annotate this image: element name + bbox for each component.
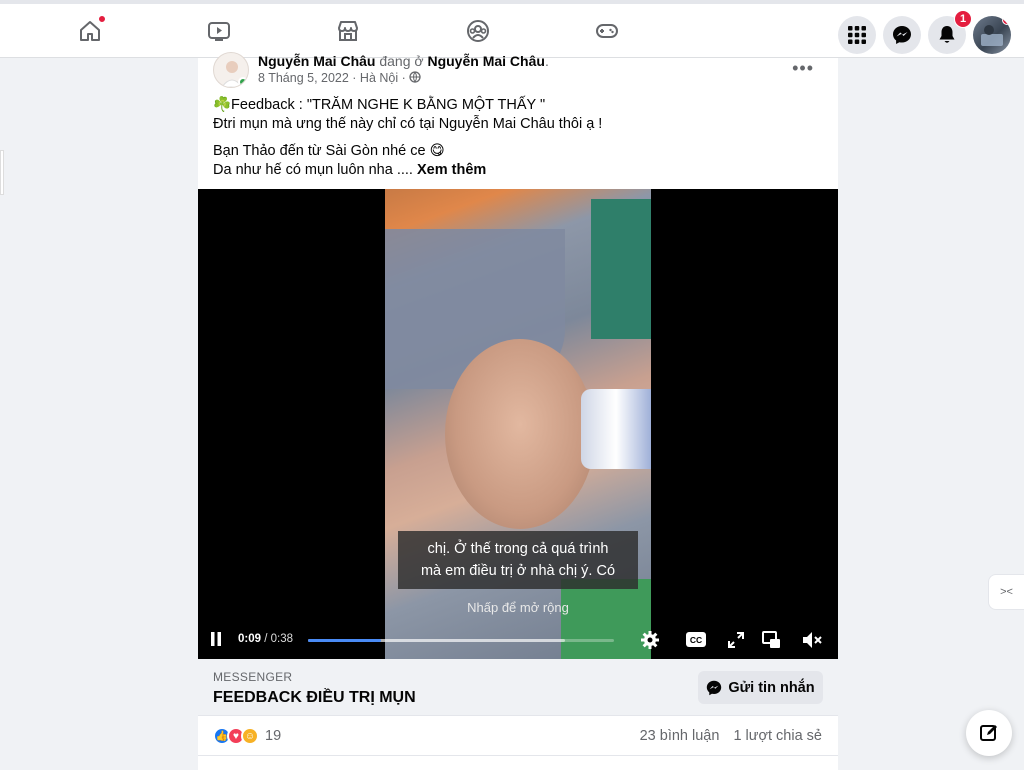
messenger-icon [707, 680, 722, 695]
post-body: ☘️Feedback : "TRĂM NGHE K BẰNG MỘT THẤY … [213, 96, 823, 188]
post-date[interactable]: 8 Tháng 5, 2022 · Hà Nội · [258, 71, 406, 85]
at-word: đang ở [379, 53, 424, 69]
duration: / 0:38 [264, 633, 294, 645]
progress-bar[interactable] [308, 639, 614, 642]
profile-notification-dot [1002, 16, 1011, 25]
messenger-icon [893, 26, 911, 44]
left-edge-tab [0, 150, 4, 195]
groups-icon[interactable] [465, 18, 491, 44]
svg-text:CC: CC [690, 635, 702, 645]
post-header: Nguyễn Mai Châu đang ở Nguyễn Mai Châu. … [198, 52, 838, 98]
reaction-count: 19 [265, 728, 282, 744]
home-notification-dot [98, 15, 106, 23]
pause-icon[interactable] [210, 632, 222, 646]
notifications-button[interactable]: 1 [928, 10, 972, 54]
captions-icon[interactable]: CC [686, 632, 706, 647]
current-time: 0:09 [238, 633, 262, 645]
expand-chat-icon[interactable]: >< [988, 574, 1024, 610]
caption-line-1: chị. Ở thế trong cả quá trình [427, 541, 609, 557]
mute-icon[interactable] [802, 631, 822, 649]
gaming-icon[interactable] [594, 18, 620, 44]
online-status-dot [238, 77, 248, 87]
bell-icon [939, 26, 955, 43]
caption-line-2: mà em điều trị ở nhà chị ý. Có [420, 563, 616, 579]
post-paragraph: ☘️Feedback : "TRĂM NGHE K BẰNG MỘT THẤY … [213, 96, 823, 134]
profile-avatar[interactable] [973, 16, 1011, 54]
engagement-counts: 23 bình luận 1 lượt chia sẻ [630, 728, 822, 744]
compose-icon [980, 725, 997, 741]
post-line-3: Bạn Thảo đến từ Sài Gòn nhé ce 😋 [213, 143, 445, 159]
menu-button[interactable] [838, 16, 876, 54]
author-avatar[interactable] [213, 52, 249, 88]
video-controls: 0:09 / 0:38 CC [198, 625, 838, 655]
top-nav-bar: 1 [0, 0, 1024, 58]
post-paragraph: Bạn Thảo đến từ Sài Gòn nhé ce 😋 Da như … [213, 142, 823, 180]
post-line-1: ☘️Feedback : "TRĂM NGHE K BẰNG MỘT THẤY … [213, 97, 546, 113]
comment-count[interactable]: 23 bình luận [640, 728, 720, 744]
messenger-cta: MESSENGER FEEDBACK ĐIỀU TRỊ MỤN Gửi tin … [198, 659, 838, 716]
author-line: Nguyễn Mai Châu đang ở Nguyễn Mai Châu. [258, 53, 549, 69]
watch-icon[interactable] [206, 18, 232, 44]
marketplace-icon[interactable] [335, 18, 361, 44]
video-player[interactable]: chị. Ở thế trong cả quá trình mà em điều… [198, 189, 838, 659]
more-options-icon[interactable]: ••• [792, 58, 814, 79]
fullscreen-icon[interactable] [728, 632, 744, 648]
menu-grid-icon [848, 26, 866, 44]
post-meta: 8 Tháng 5, 2022 · Hà Nội · [258, 71, 421, 85]
video-caption: chị. Ở thế trong cả quá trình mà em điều… [398, 531, 638, 589]
progress-fill [308, 639, 381, 642]
settings-icon[interactable] [641, 631, 659, 649]
picture-in-picture-icon[interactable] [762, 631, 781, 649]
share-count[interactable]: 1 lượt chia sẻ [733, 728, 822, 744]
notifications-badge: 1 [954, 10, 972, 28]
send-message-label: Gửi tin nhắn [728, 679, 815, 696]
tap-to-expand-hint[interactable]: Nhấp để mở rộng [198, 600, 838, 615]
messenger-button[interactable] [883, 16, 921, 54]
see-more-link[interactable]: Xem thêm [417, 162, 486, 178]
reactions-summary[interactable]: 👍 ♥ ☺ 19 [213, 727, 281, 745]
globe-icon [409, 71, 421, 83]
post-line-2: Đtri mụn mà ưng thế này chỉ có tại Nguyễ… [213, 116, 603, 132]
video-time: 0:09 / 0:38 [238, 633, 293, 645]
care-reaction-icon: ☺ [241, 727, 259, 745]
cta-title: FEEDBACK ĐIỀU TRỊ MỤN [213, 689, 416, 706]
post-line-4: Da như hế có mụn luôn nha .... [213, 162, 413, 178]
author-name[interactable]: Nguyễn Mai Châu [258, 53, 375, 69]
new-message-button[interactable] [966, 710, 1012, 756]
post-card: Nguyễn Mai Châu đang ở Nguyễn Mai Châu. … [198, 52, 838, 770]
cta-kicker: MESSENGER [213, 670, 293, 684]
post-stats: 👍 ♥ ☺ 19 23 bình luận 1 lượt chia sẻ [198, 716, 838, 756]
send-message-button[interactable]: Gửi tin nhắn [698, 671, 823, 704]
location-page[interactable]: Nguyễn Mai Châu [427, 53, 544, 69]
home-icon[interactable] [77, 15, 106, 44]
